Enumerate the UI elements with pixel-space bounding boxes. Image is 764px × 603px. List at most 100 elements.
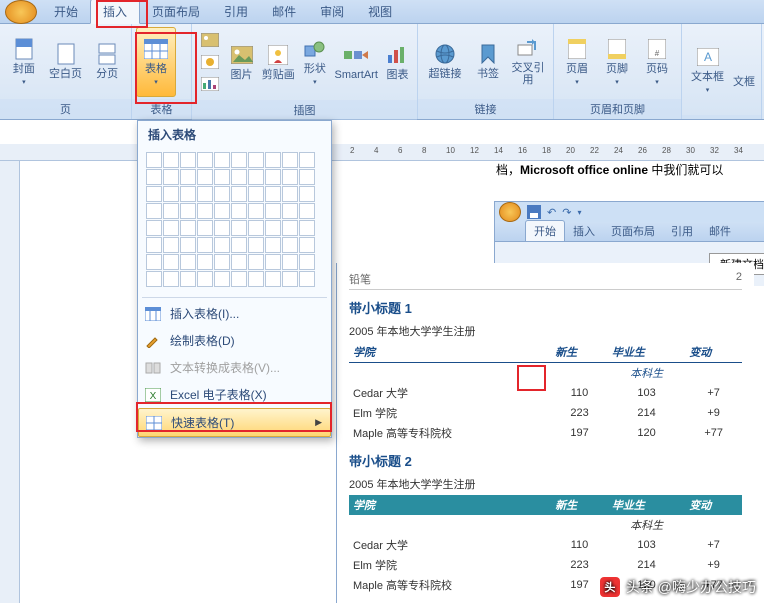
embedded-tab-mail[interactable]: 邮件 — [701, 221, 739, 241]
clipart-button[interactable]: 剪贴画 — [259, 27, 297, 97]
grid-cell[interactable] — [282, 254, 298, 270]
tab-references[interactable]: 引用 — [212, 0, 260, 23]
grid-cell[interactable] — [197, 237, 213, 253]
picture-mini-button[interactable] — [198, 30, 222, 50]
grid-cell[interactable] — [146, 169, 162, 185]
grid-cell[interactable] — [180, 169, 196, 185]
preview-table-1[interactable]: 学院新生毕业生变动 本科生 Cedar 大学110103+7 Elm 学院223… — [349, 342, 742, 443]
office-button[interactable] — [5, 0, 37, 24]
grid-cell[interactable] — [163, 271, 179, 287]
embedded-tab-home[interactable]: 开始 — [525, 220, 565, 241]
embedded-tab-insert[interactable]: 插入 — [565, 221, 603, 241]
grid-cell[interactable] — [231, 169, 247, 185]
grid-cell[interactable] — [282, 152, 298, 168]
tab-mail[interactable]: 邮件 — [260, 0, 308, 23]
grid-cell[interactable] — [197, 220, 213, 236]
grid-cell[interactable] — [197, 254, 213, 270]
hyperlink-button[interactable]: 超链接 — [422, 27, 468, 97]
grid-cell[interactable] — [265, 152, 281, 168]
save-icon[interactable] — [527, 205, 541, 219]
grid-cell[interactable] — [146, 203, 162, 219]
grid-cell[interactable] — [231, 152, 247, 168]
grid-cell[interactable] — [231, 220, 247, 236]
grid-cell[interactable] — [146, 237, 162, 253]
insert-table-grid[interactable] — [138, 148, 331, 295]
clipart-mini-button[interactable] — [198, 52, 222, 72]
grid-cell[interactable] — [231, 203, 247, 219]
grid-cell[interactable] — [248, 254, 264, 270]
grid-cell[interactable] — [197, 152, 213, 168]
grid-cell[interactable] — [197, 169, 213, 185]
grid-cell[interactable] — [299, 152, 315, 168]
grid-cell[interactable] — [299, 237, 315, 253]
document-area[interactable]: 档，Microsoft office online 中我们就可以 ↶ ↷ ▾ 开… — [20, 161, 764, 603]
grid-cell[interactable] — [163, 203, 179, 219]
grid-cell[interactable] — [248, 186, 264, 202]
menu-draw-table[interactable]: 绘制表格(D) — [138, 327, 331, 354]
vertical-ruler[interactable] — [0, 161, 20, 603]
grid-cell[interactable] — [163, 254, 179, 270]
grid-cell[interactable] — [197, 186, 213, 202]
grid-cell[interactable] — [180, 271, 196, 287]
grid-cell[interactable] — [299, 254, 315, 270]
grid-cell[interactable] — [146, 220, 162, 236]
grid-cell[interactable] — [299, 203, 315, 219]
textbox-button[interactable]: A文本框▾ — [686, 35, 729, 105]
grid-cell[interactable] — [282, 186, 298, 202]
grid-cell[interactable] — [265, 186, 281, 202]
blank-page-button[interactable]: 空白页 — [46, 27, 86, 97]
footer-button[interactable]: 页脚▾ — [598, 27, 636, 97]
grid-cell[interactable] — [265, 220, 281, 236]
embedded-office-button[interactable] — [499, 202, 521, 222]
grid-cell[interactable] — [265, 203, 281, 219]
qat-more-icon[interactable]: ▾ — [577, 208, 581, 217]
grid-cell[interactable] — [146, 152, 162, 168]
horizontal-ruler[interactable]: 246810121416182022242628303234 — [0, 144, 764, 161]
grid-cell[interactable] — [197, 203, 213, 219]
page-break-button[interactable]: 分页 — [87, 27, 127, 97]
grid-cell[interactable] — [214, 152, 230, 168]
grid-cell[interactable] — [299, 271, 315, 287]
grid-cell[interactable] — [231, 254, 247, 270]
grid-cell[interactable] — [248, 203, 264, 219]
grid-cell[interactable] — [265, 169, 281, 185]
grid-cell[interactable] — [146, 186, 162, 202]
chart-button[interactable]: 图表 — [382, 27, 413, 97]
grid-cell[interactable] — [265, 254, 281, 270]
grid-cell[interactable] — [214, 203, 230, 219]
grid-cell[interactable] — [248, 220, 264, 236]
grid-cell[interactable] — [180, 186, 196, 202]
tab-insert[interactable]: 插入 — [90, 0, 140, 24]
grid-cell[interactable] — [163, 169, 179, 185]
table-button[interactable]: 表格▾ — [136, 27, 176, 97]
textframe-button[interactable]: 文框 — [731, 35, 757, 105]
grid-cell[interactable] — [214, 237, 230, 253]
grid-cell[interactable] — [180, 237, 196, 253]
grid-cell[interactable] — [214, 186, 230, 202]
embedded-tab-layout[interactable]: 页面布局 — [603, 221, 663, 241]
tab-view[interactable]: 视图 — [356, 0, 404, 23]
cover-page-button[interactable]: 封面▾ — [4, 27, 44, 97]
shapes-button[interactable]: 形状▾ — [299, 27, 330, 97]
grid-cell[interactable] — [214, 254, 230, 270]
tab-home[interactable]: 开始 — [42, 0, 90, 23]
grid-cell[interactable] — [180, 152, 196, 168]
grid-cell[interactable] — [180, 254, 196, 270]
grid-cell[interactable] — [299, 169, 315, 185]
grid-cell[interactable] — [163, 220, 179, 236]
picture-button[interactable]: 图片 — [226, 27, 257, 97]
grid-cell[interactable] — [282, 203, 298, 219]
chart-mini-button[interactable] — [198, 74, 222, 94]
quick-tables-preview[interactable]: 铅笔2 带小标题 1 2005 年本地大学学生注册 学院新生毕业生变动 本科生 … — [336, 263, 754, 603]
grid-cell[interactable] — [146, 254, 162, 270]
grid-cell[interactable] — [299, 186, 315, 202]
grid-cell[interactable] — [146, 271, 162, 287]
grid-cell[interactable] — [248, 169, 264, 185]
grid-cell[interactable] — [231, 237, 247, 253]
grid-cell[interactable] — [299, 220, 315, 236]
undo-icon[interactable]: ↶ — [547, 206, 556, 219]
grid-cell[interactable] — [180, 220, 196, 236]
grid-cell[interactable] — [231, 271, 247, 287]
menu-quick-tables[interactable]: 快速表格(T) ▶ — [138, 408, 331, 437]
grid-cell[interactable] — [163, 186, 179, 202]
